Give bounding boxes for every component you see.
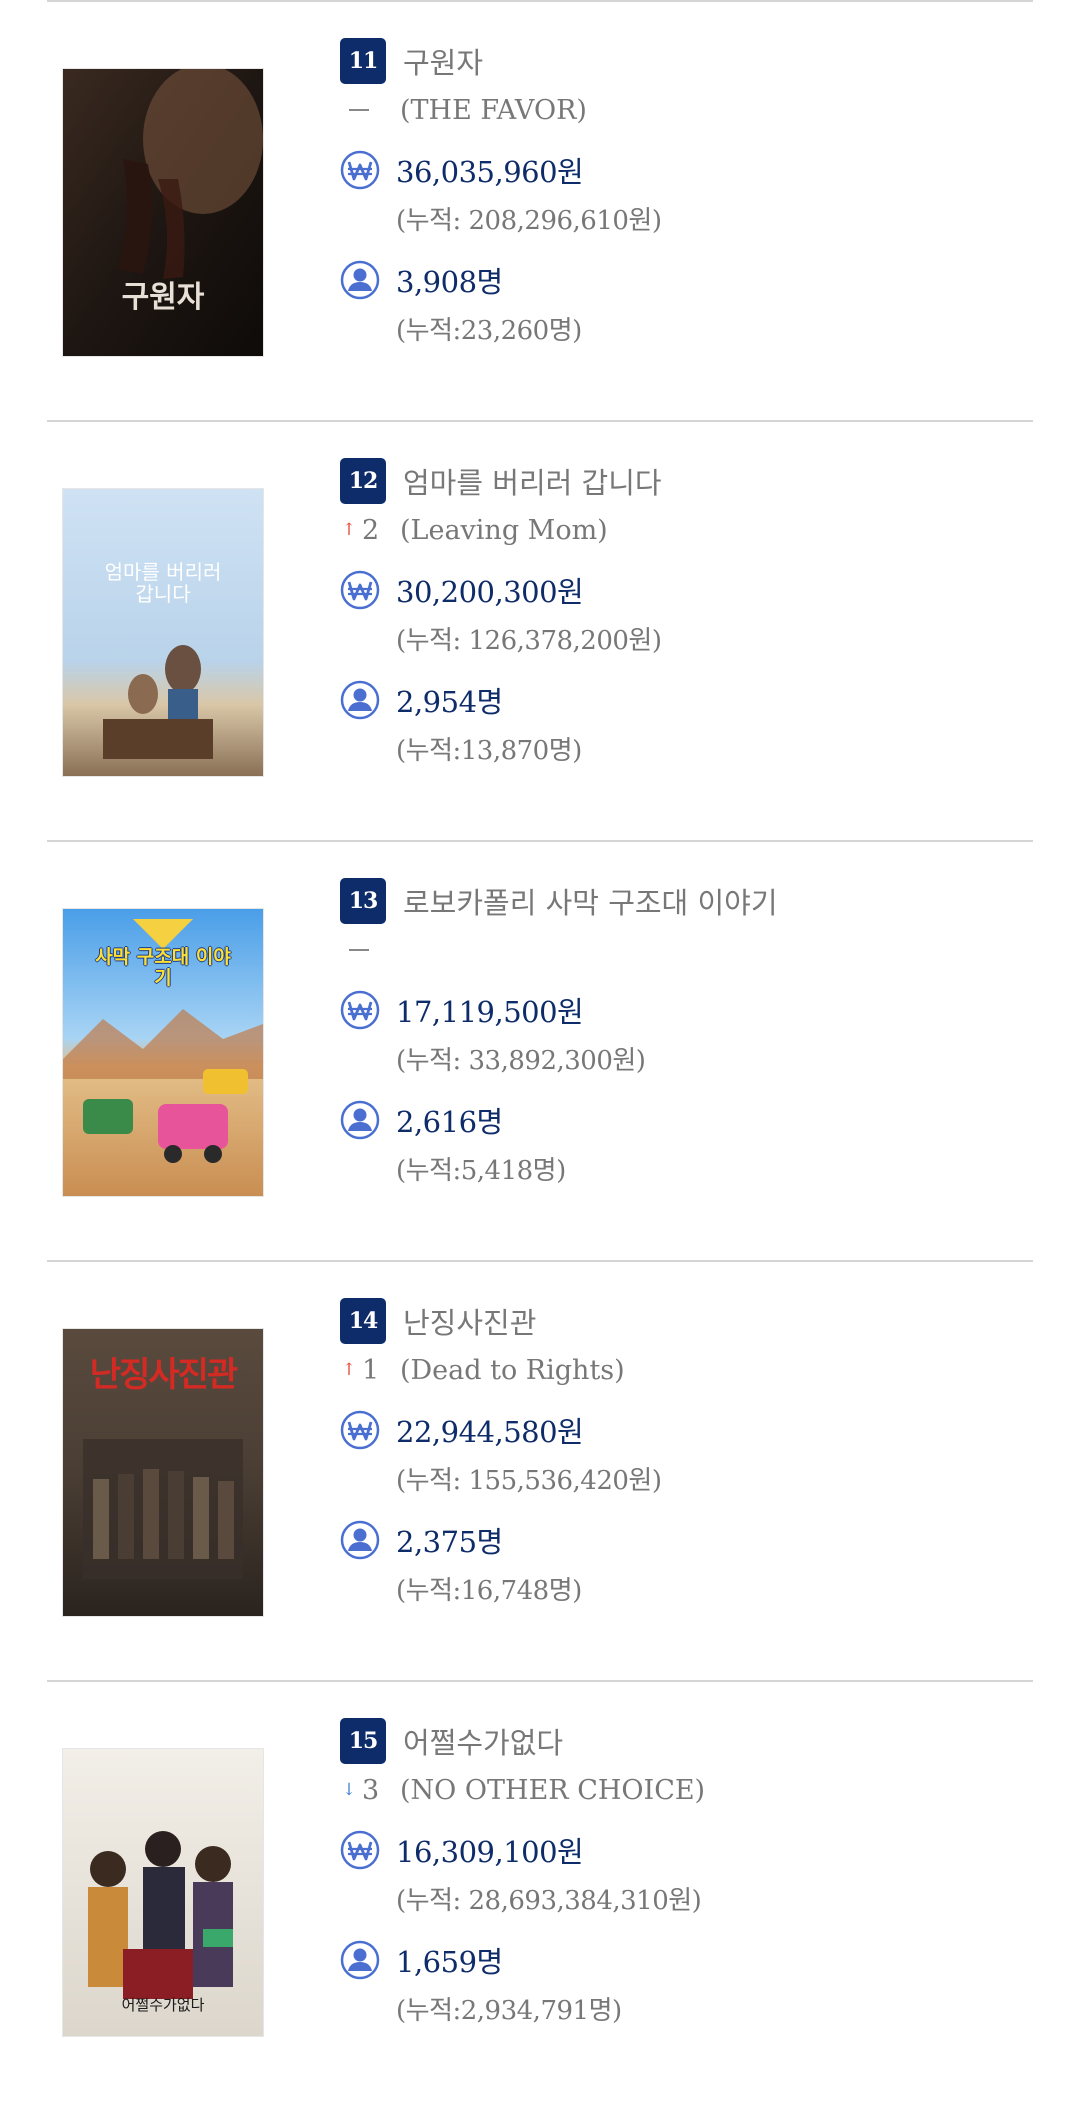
- english-title: (Leaving Mom): [400, 514, 608, 546]
- sales-row: 22,944,580원: [340, 1408, 584, 1452]
- movie-poster[interactable]: 어쩔수가없다: [63, 1749, 263, 2036]
- won-coin-icon: [340, 150, 380, 190]
- won-coin-icon: [340, 570, 380, 610]
- cumulative-sales: (누적: 208,296,610원): [396, 205, 662, 236]
- rank-change-value: 3: [362, 1774, 380, 1806]
- arrow-up-icon: ↑: [341, 1360, 357, 1380]
- cumulative-audience: (누적:13,870명): [396, 735, 582, 766]
- movie-entry[interactable]: 엄마를 버리러 갑니다 12 엄마를 버리러 갑니다 ↑ 2 (Leaving …: [47, 422, 1033, 842]
- won-coin-icon: [340, 990, 380, 1030]
- poster-title: 어쩔수가없다: [121, 1996, 205, 2014]
- daily-audience: 2,375명: [396, 1525, 503, 1559]
- rank-badge: 11: [340, 38, 386, 84]
- rank-change: [340, 109, 400, 111]
- rank-change: ↓ 3: [340, 1775, 400, 1806]
- english-title: (THE FAVOR): [400, 94, 587, 126]
- movie-poster[interactable]: 사막 구조대 이야기: [63, 909, 263, 1196]
- movie-title[interactable]: 로보카폴리 사막 구조대 이야기: [403, 880, 778, 922]
- poster-title: 구원자: [121, 280, 205, 315]
- person-icon: [340, 1100, 380, 1140]
- movie-entry[interactable]: 구원자 11 구원자 (THE FAVOR) 36,035,960원 (누적: …: [47, 2, 1033, 422]
- subtitle-row: (THE FAVOR): [340, 90, 587, 130]
- won-coin-icon: [340, 1830, 380, 1870]
- rank-badge: 14: [340, 1298, 386, 1344]
- cumulative-audience: (누적:23,260명): [396, 315, 582, 346]
- poster-title: 사막 구조대 이야기: [95, 946, 231, 989]
- daily-sales: 36,035,960원: [396, 155, 584, 189]
- audience-row: 2,616명: [340, 1098, 503, 1142]
- poster-title: 난징사진관: [89, 1355, 238, 1395]
- title-row: 12 엄마를 버리러 갑니다: [340, 458, 662, 504]
- person-icon: [340, 1940, 380, 1980]
- sales-row: 30,200,300원: [340, 568, 584, 612]
- title-row: 14 난징사진관: [340, 1298, 536, 1344]
- movie-poster[interactable]: 난징사진관: [63, 1329, 263, 1616]
- arrow-up-icon: ↑: [341, 520, 357, 540]
- english-title: (Dead to Rights): [400, 1354, 625, 1386]
- movie-entry[interactable]: 난징사진관 14 난징사진관 ↑ 1 (Dead to Rights) 22,9…: [47, 1262, 1033, 1682]
- title-row: 13 로보카폴리 사막 구조대 이야기: [340, 878, 778, 924]
- person-icon: [340, 1520, 380, 1560]
- cumulative-sales: (누적: 155,536,420원): [396, 1465, 662, 1496]
- movie-title[interactable]: 구원자: [403, 40, 483, 82]
- sales-row: 36,035,960원: [340, 148, 584, 192]
- won-coin-icon: [340, 1410, 380, 1450]
- daily-sales: 22,944,580원: [396, 1415, 584, 1449]
- daily-audience: 2,616명: [396, 1105, 503, 1139]
- movie-poster[interactable]: 구원자: [63, 69, 263, 356]
- rank-badge: 13: [340, 878, 386, 924]
- arrow-down-icon: ↓: [341, 1780, 357, 1800]
- movie-entry[interactable]: 어쩔수가없다 15 어쩔수가없다 ↓ 3 (NO OTHER CHOICE) 1…: [47, 1682, 1033, 2102]
- audience-row: 1,659명: [340, 1938, 503, 1982]
- no-change-dash: [349, 109, 369, 111]
- rank-badge: 12: [340, 458, 386, 504]
- person-icon: [340, 680, 380, 720]
- movie-poster[interactable]: 엄마를 버리러 갑니다: [63, 489, 263, 776]
- title-row: 15 어쩔수가없다: [340, 1718, 563, 1764]
- daily-audience: 2,954명: [396, 685, 503, 719]
- daily-sales: 16,309,100원: [396, 1835, 584, 1869]
- rank-change: ↑ 1: [340, 1355, 400, 1386]
- daily-audience: 1,659명: [396, 1945, 503, 1979]
- movie-title[interactable]: 어쩔수가없다: [403, 1720, 563, 1762]
- cumulative-audience: (누적:2,934,791명): [396, 1995, 622, 2026]
- daily-sales: 17,119,500원: [396, 995, 584, 1029]
- english-title: (NO OTHER CHOICE): [400, 1774, 706, 1806]
- cumulative-audience: (누적:16,748명): [396, 1575, 582, 1606]
- sales-row: 17,119,500원: [340, 988, 584, 1032]
- cumulative-audience: (누적:5,418명): [396, 1155, 566, 1186]
- cumulative-sales: (누적: 28,693,384,310원): [396, 1885, 702, 1916]
- subtitle-row: ↓ 3 (NO OTHER CHOICE): [340, 1770, 705, 1810]
- subtitle-row: ↑ 2 (Leaving Mom): [340, 510, 608, 550]
- audience-row: 3,908명: [340, 258, 503, 302]
- audience-row: 2,954명: [340, 678, 503, 722]
- poster-title: 엄마를 버리러 갑니다: [104, 560, 222, 606]
- movie-title[interactable]: 난징사진관: [403, 1300, 536, 1342]
- daily-sales: 30,200,300원: [396, 575, 584, 609]
- sales-row: 16,309,100원: [340, 1828, 584, 1872]
- rank-change: [340, 949, 400, 951]
- movie-entry[interactable]: 사막 구조대 이야기 13 로보카폴리 사막 구조대 이야기 17,119,50…: [47, 842, 1033, 1262]
- person-icon: [340, 260, 380, 300]
- audience-row: 2,375명: [340, 1518, 503, 1562]
- daily-audience: 3,908명: [396, 265, 503, 299]
- subtitle-row: ↑ 1 (Dead to Rights): [340, 1350, 625, 1390]
- rank-badge: 15: [340, 1718, 386, 1764]
- rank-change-value: 1: [362, 1354, 380, 1386]
- cumulative-sales: (누적: 33,892,300원): [396, 1045, 646, 1076]
- title-row: 11 구원자: [340, 38, 483, 84]
- rank-change: ↑ 2: [340, 515, 400, 546]
- movie-title[interactable]: 엄마를 버리러 갑니다: [403, 460, 662, 502]
- cumulative-sales: (누적: 126,378,200원): [396, 625, 662, 656]
- subtitle-row: [340, 930, 400, 970]
- no-change-dash: [349, 949, 369, 951]
- rank-change-value: 2: [362, 514, 380, 546]
